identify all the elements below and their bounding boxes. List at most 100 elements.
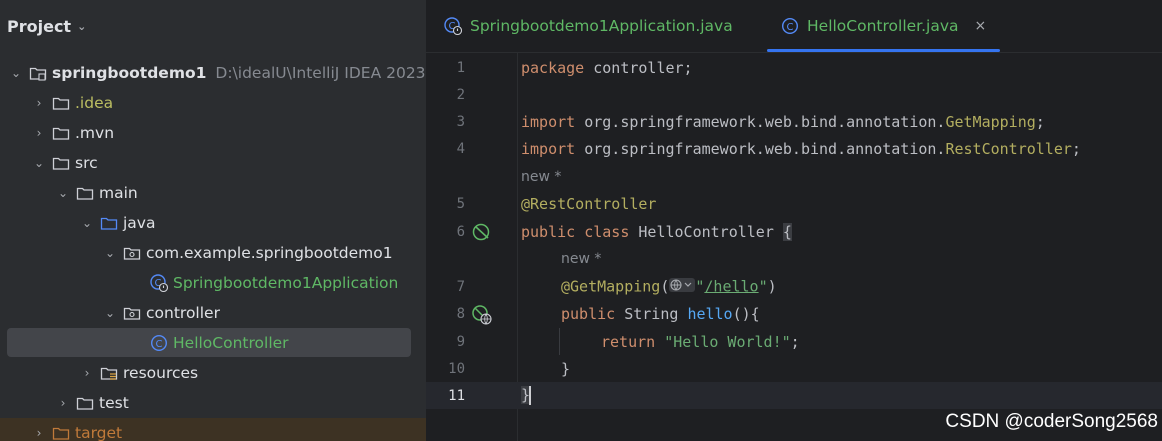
code-text: @RestController [521,194,657,213]
code-text: } [561,359,571,378]
line-number: 10 [448,360,465,377]
chevron-down-icon[interactable]: ⌄ [80,216,94,230]
code-line-11[interactable]: 11 } [426,382,1162,409]
code-text: return "Hello World!"; [601,332,800,351]
chevron-down-icon[interactable]: ⌄ [32,156,46,170]
inlay-hint-row: new * [426,245,1162,272]
code-line-6[interactable]: 6 public class HelloController { [426,218,1162,245]
tree-item-hellocontroller[interactable]: . C HelloController [0,328,426,358]
tree-item-application[interactable]: . C Springbootdemo1Application [0,268,426,298]
code-text: import org.springframework.web.bind.anno… [521,139,1081,158]
package-icon [123,305,141,321]
inlay-hint-row: new * [426,163,1162,190]
spring-bean-icon[interactable] [472,223,492,245]
tree-item-java[interactable]: ⌄ java [0,208,426,238]
line-number: 1 [456,59,465,76]
tree-item-target[interactable]: › target [0,418,426,441]
chevron-down-icon[interactable]: ⌄ [77,20,86,33]
folder-icon [76,185,94,201]
chevron-right-icon[interactable]: › [32,426,46,440]
tree-item-test[interactable]: › test [0,388,426,418]
code-line-10[interactable]: 10 } [426,355,1162,382]
code-line-9[interactable]: 9 return "Hello World!"; [426,328,1162,355]
excluded-folder-icon [52,425,70,441]
code-text: import org.springframework.web.bind.anno… [521,112,1045,131]
tree-item-idea[interactable]: › .idea [0,88,426,118]
code-line-7[interactable]: 7 @GetMapping("/hello") [426,273,1162,300]
code-line-5[interactable]: 5 @RestController [426,190,1162,217]
folder-icon [52,155,70,171]
globe-icon[interactable] [669,277,696,297]
package-icon [123,245,141,261]
code-text: } [521,386,532,405]
tree-item-label: controller [146,304,220,322]
code-line-3[interactable]: 3 import org.springframework.web.bind.an… [426,108,1162,135]
tree-item-path-hint: D:\idealU\IntelliJ IDEA 2023 [215,64,426,82]
chevron-right-icon[interactable]: › [56,396,70,410]
class-icon: C [781,17,799,35]
code-text: public class HelloController { [521,222,792,241]
close-icon[interactable]: × [975,18,987,34]
folder-icon [76,395,94,411]
code-text: public String hello(){ [561,304,760,323]
folder-icon [52,125,70,141]
chevron-right-icon[interactable]: › [32,126,46,140]
resources-folder-icon [100,365,118,381]
code-line-1[interactable]: 1 package controller; [426,54,1162,81]
project-panel-title: Project [7,16,72,36]
code-text: @GetMapping("/hello") [561,277,777,297]
tree-item-package[interactable]: ⌄ com.example.springbootdemo1 [0,238,426,268]
indent-guide [559,328,560,355]
line-number: 8 [456,305,465,322]
tab-label: HelloController.java [807,17,959,35]
tree-item-label: Springbootdemo1Application [173,274,399,292]
watermark: CSDN @coderSong2568 [945,411,1158,432]
tree-item-resources[interactable]: › resources [0,358,426,388]
project-panel-header[interactable]: Project ⌄ [0,0,426,52]
module-folder-icon [29,65,47,81]
folder-icon [52,95,70,111]
line-number: 9 [456,333,465,350]
tree-item-label: target [75,424,123,441]
tree-item-springbootdemo1[interactable]: ⌄ springbootdemo1 D:\idealU\IntelliJ IDE… [0,58,426,88]
spring-class-icon: C [150,274,168,292]
chevron-down-icon[interactable]: ⌄ [9,66,23,80]
line-number: 4 [456,140,465,157]
inlay-hint-new[interactable]: new * [561,251,601,267]
chevron-right-icon[interactable]: › [32,96,46,110]
tree-item-label: .mvn [75,124,115,142]
url-link: /hello [704,277,759,295]
line-number: 6 [456,223,465,240]
tree-item-mvn[interactable]: › .mvn [0,118,426,148]
chevron-down-icon[interactable]: ⌄ [56,186,70,200]
tree-item-label: test [99,394,129,412]
text-caret [529,386,532,405]
tree-item-label: main [99,184,138,202]
tab-hellocontroller[interactable]: C HelloController.java × [767,0,1001,52]
code-line-4[interactable]: 4 import org.springframework.web.bind.an… [426,135,1162,162]
tree-item-controller[interactable]: ⌄ controller [0,298,426,328]
line-number: 3 [456,113,465,130]
code-text: package controller; [521,58,693,77]
inlay-hint-new[interactable]: new * [521,169,561,185]
chevron-right-icon[interactable]: › [80,366,94,380]
tree-item-label: .idea [75,94,114,112]
tab-label: Springbootdemo1Application.java [470,17,733,35]
line-number: 7 [456,278,465,295]
chevron-down-icon[interactable]: ⌄ [103,306,117,320]
code-line-8[interactable]: 8 public String hello(){ [426,300,1162,327]
endpoint-icon[interactable] [472,305,492,329]
chevron-down-icon[interactable]: ⌄ [103,246,117,260]
tree-item-label: springbootdemo1 [52,64,207,82]
tree-item-src[interactable]: ⌄ src [0,148,426,178]
source-folder-icon [100,215,118,231]
tree-item-main[interactable]: ⌄ main [0,178,426,208]
svg-text:C: C [156,339,163,350]
class-icon: C [150,334,168,352]
line-number: 5 [456,195,465,212]
tree-item-label: com.example.springbootdemo1 [146,244,393,262]
project-panel: Project ⌄ ⌄ springbootdemo1 D:\idealU\In… [0,0,426,441]
tree-item-label: HelloController [173,334,289,352]
code-line-2[interactable]: 2 [426,81,1162,108]
tab-springbootdemo1application[interactable]: C Springbootdemo1Application.java [444,0,733,52]
